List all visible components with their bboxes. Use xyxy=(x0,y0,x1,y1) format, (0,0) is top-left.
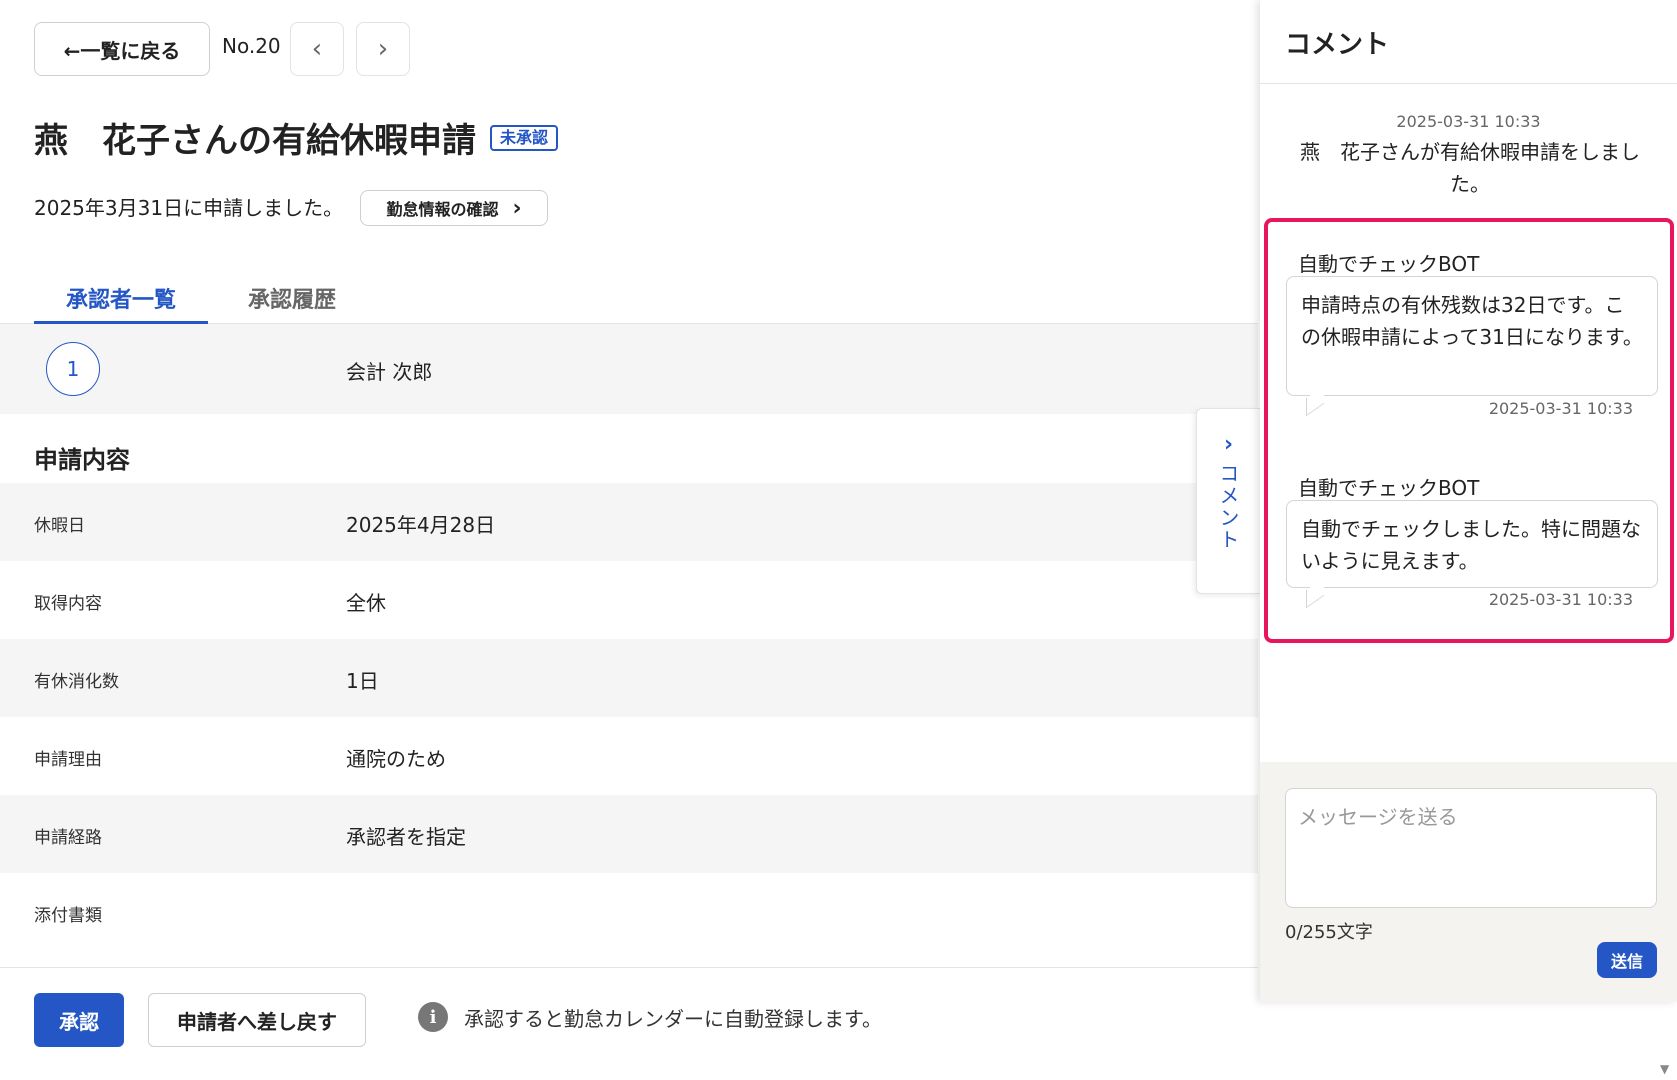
footer-divider xyxy=(0,967,1258,968)
detail-label: 有休消化数 xyxy=(34,672,119,692)
tab-approvers[interactable]: 承認者一覧 xyxy=(34,282,208,324)
applied-date-text: 2025年3月31日に申請しました。 xyxy=(34,196,344,220)
page-title: 燕 花子さんの有給休暇申請 未承認 xyxy=(34,113,559,162)
next-record-button[interactable]: › xyxy=(356,22,410,76)
detail-value: 全休 xyxy=(346,591,386,615)
detail-value: 承認者を指定 xyxy=(346,825,466,849)
comment-panel-toggle[interactable]: › コメント xyxy=(1196,408,1260,594)
detail-label: 休暇日 xyxy=(34,516,85,536)
previous-record-button[interactable]: ‹ xyxy=(290,22,344,76)
chevron-right-icon: › xyxy=(512,195,522,221)
detail-label: 申請理由 xyxy=(34,750,102,770)
attendance-info-label: 勤怠情報の確認 xyxy=(386,200,499,219)
comment-time: 2025-03-31 10:33 xyxy=(1488,590,1633,609)
detail-row-route: 申請経路 承認者を指定 xyxy=(0,795,1258,873)
section-title-request-details: 申請内容 xyxy=(34,446,130,474)
comment-bubble: 申請時点の有休残数は32日です。この休暇申請によって31日になります。 xyxy=(1286,276,1658,396)
detail-row-leave-date: 休暇日 2025年4月28日 xyxy=(0,483,1258,561)
tab-approval-history[interactable]: 承認履歴 xyxy=(248,282,336,324)
approve-button[interactable]: 承認 xyxy=(34,993,124,1047)
detail-row-attachments: 添付書類 xyxy=(0,873,1258,951)
message-input[interactable] xyxy=(1285,788,1657,908)
detail-value: 通院のため xyxy=(346,747,446,771)
info-icon: i xyxy=(418,1002,448,1032)
comment-text: 自動でチェックしました。特に問題ないように見えます。 xyxy=(1301,517,1641,573)
comment-time: 2025-03-31 10:33 xyxy=(1488,399,1633,418)
character-count: 0/255文字 xyxy=(1285,922,1373,943)
chevron-right-icon: › xyxy=(377,34,389,64)
comment-text: 申請時点の有休残数は32日です。この休暇申請によって31日になります。 xyxy=(1301,293,1643,349)
detail-value: 1日 xyxy=(346,669,379,693)
record-number: No.20 xyxy=(222,34,281,58)
detail-label: 添付書類 xyxy=(34,906,102,926)
comment-author: 自動でチェックBOT xyxy=(1298,252,1480,276)
detail-label: 取得内容 xyxy=(34,594,102,614)
system-message: 燕 花子さんが有給休暇申請をしました。 xyxy=(1300,140,1640,196)
info-text: 承認すると勤怠カレンダーに自動登録します。 xyxy=(464,1007,882,1031)
send-button[interactable]: 送信 xyxy=(1597,942,1657,978)
chevron-right-icon: › xyxy=(1223,432,1234,457)
comment-panel-title: コメント xyxy=(1260,0,1677,84)
status-badge: 未承認 xyxy=(490,124,559,151)
back-to-list-button[interactable]: ←一覧に戻る xyxy=(34,22,210,76)
approver-row: 1 会計 次郎 xyxy=(0,324,1258,414)
approver-step-number: 1 xyxy=(46,342,100,396)
message-composer: 0/255文字 送信 xyxy=(1260,762,1677,1002)
comment-toggle-label: コメント xyxy=(1216,463,1240,551)
chevron-left-icon: ‹ xyxy=(311,34,323,64)
system-message-time: 2025-03-31 10:33 xyxy=(1396,112,1541,131)
detail-row-reason: 申請理由 通院のため xyxy=(0,717,1258,795)
detail-row-leave-type: 取得内容 全休 xyxy=(0,561,1258,639)
detail-label: 申請経路 xyxy=(34,828,102,848)
detail-value: 2025年4月28日 xyxy=(346,513,496,537)
scroll-down-icon[interactable]: ▼ xyxy=(1660,1062,1669,1076)
comment-panel: コメント 2025-03-31 10:33 燕 花子さんが有給休暇申請をしました… xyxy=(1260,0,1677,1002)
comment-bubble: 自動でチェックしました。特に問題ないように見えます。 xyxy=(1286,500,1658,588)
approver-name: 会計 次郎 xyxy=(346,360,433,384)
page-title-text: 燕 花子さんの有給休暇申請 xyxy=(34,121,476,161)
detail-row-days-used: 有休消化数 1日 xyxy=(0,639,1258,717)
request-detail-main: ←一覧に戻る No.20 ‹ › 燕 花子さんの有給休暇申請 未承認 2025年… xyxy=(0,0,1258,1080)
return-to-applicant-button[interactable]: 申請者へ差し戻す xyxy=(148,993,366,1047)
tab-bar: 承認者一覧 承認履歴 xyxy=(0,270,1258,324)
comment-author: 自動でチェックBOT xyxy=(1298,476,1480,500)
attendance-info-button[interactable]: 勤怠情報の確認 › xyxy=(360,190,548,226)
